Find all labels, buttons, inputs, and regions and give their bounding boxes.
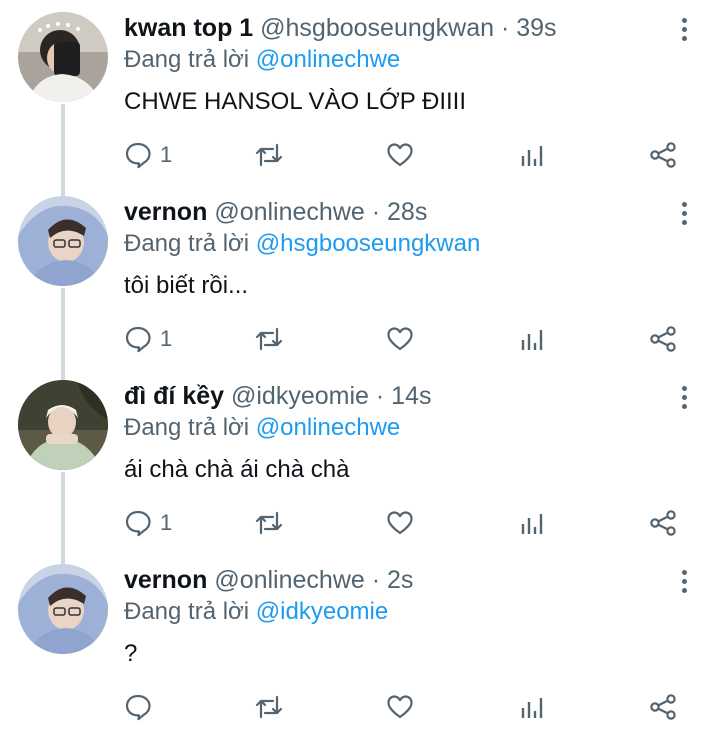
replying-to: Đang trả lời @idkyeomie: [124, 596, 388, 628]
reply-icon: [125, 694, 151, 721]
retweet-button[interactable]: [254, 138, 284, 172]
separator-dot: ·: [375, 382, 385, 410]
share-button[interactable]: [648, 138, 678, 172]
reply-thread: kwan top 1 @hsgbooseungkwan · 39s Đang t…: [0, 0, 720, 730]
reply-icon: [125, 142, 151, 169]
reply-button[interactable]: [124, 690, 152, 724]
avatar[interactable]: [18, 196, 108, 286]
mention-link[interactable]: @idkyeomie: [256, 598, 388, 625]
display-name[interactable]: kwan top 1: [124, 14, 253, 42]
like-button[interactable]: [386, 138, 414, 172]
share-icon: [650, 326, 676, 352]
reply-button[interactable]: 1: [124, 506, 172, 540]
action-bar: 1: [0, 506, 720, 540]
like-button[interactable]: [386, 322, 414, 356]
more-icon[interactable]: [674, 198, 694, 230]
reply-count: 1: [160, 510, 173, 535]
action-bar: [0, 690, 720, 724]
retweet-icon: [255, 143, 283, 167]
tweet-text: tôi biết rồi...: [124, 272, 249, 299]
heart-icon: [387, 143, 413, 167]
retweet-icon: [255, 327, 283, 351]
tweet-header: đì đí kềy @idkyeomie · 14s: [124, 380, 431, 412]
tweet-header: vernon @onlinechwe · 28s: [124, 196, 427, 228]
tweet[interactable]: vernon @onlinechwe · 2s Đang trả lời @id…: [0, 552, 720, 730]
mention-link[interactable]: @onlinechwe: [256, 414, 400, 441]
display-name[interactable]: vernon: [124, 198, 207, 226]
tweet-text: ái chà chà ái chà chà: [124, 456, 350, 483]
retweet-button[interactable]: [254, 506, 284, 540]
separator-dot: ·: [371, 566, 381, 594]
user-handle[interactable]: @hsgbooseungkwan: [260, 14, 494, 42]
heart-icon: [387, 511, 413, 535]
heart-icon: [387, 327, 413, 351]
retweet-icon: [255, 695, 283, 719]
replying-to: Đang trả lời @hsgbooseungkwan: [124, 228, 480, 260]
mention-link[interactable]: @onlinechwe: [256, 46, 400, 73]
replying-to: Đang trả lời @onlinechwe: [124, 44, 400, 76]
retweet-button[interactable]: [254, 690, 284, 724]
views-button[interactable]: [518, 506, 546, 540]
user-handle[interactable]: @onlinechwe: [214, 198, 364, 226]
views-button[interactable]: [518, 138, 546, 172]
views-button[interactable]: [518, 322, 546, 356]
separator-dot: ·: [500, 14, 510, 42]
tweet-header: vernon @onlinechwe · 2s: [124, 564, 413, 596]
more-icon[interactable]: [674, 382, 694, 414]
avatar[interactable]: [18, 380, 108, 470]
share-icon: [650, 142, 676, 168]
user-handle[interactable]: @onlinechwe: [214, 566, 364, 594]
timestamp[interactable]: 39s: [516, 14, 556, 42]
replying-prefix: Đang trả lời: [124, 598, 250, 625]
display-name[interactable]: vernon: [124, 566, 207, 594]
retweet-icon: [255, 511, 283, 535]
like-button[interactable]: [386, 506, 414, 540]
share-button[interactable]: [648, 506, 678, 540]
share-icon: [650, 510, 676, 536]
reply-icon: [125, 510, 151, 537]
views-icon: [521, 330, 543, 350]
avatar[interactable]: [18, 564, 108, 654]
tweet[interactable]: đì đí kềy @idkyeomie · 14s Đang trả lời …: [0, 368, 720, 552]
reply-count: 1: [160, 142, 173, 167]
views-icon: [521, 514, 543, 534]
reply-count: 1: [160, 326, 173, 351]
share-button[interactable]: [648, 690, 678, 724]
retweet-button[interactable]: [254, 322, 284, 356]
action-bar: 1: [0, 322, 720, 356]
share-button[interactable]: [648, 322, 678, 356]
tweet-text: CHWE HANSOL VÀO LỚP ĐIIII: [124, 88, 466, 115]
views-icon: [521, 146, 543, 166]
timestamp[interactable]: 2s: [387, 566, 413, 594]
tweet[interactable]: vernon @onlinechwe · 28s Đang trả lời @h…: [0, 184, 720, 368]
more-icon[interactable]: [674, 14, 694, 46]
tweet-header: kwan top 1 @hsgbooseungkwan · 39s: [124, 12, 557, 44]
like-button[interactable]: [386, 690, 414, 724]
views-icon: [521, 698, 543, 718]
timestamp[interactable]: 28s: [387, 198, 427, 226]
timestamp[interactable]: 14s: [391, 382, 431, 410]
reply-icon: [125, 326, 151, 353]
replying-prefix: Đang trả lời: [124, 46, 250, 73]
replying-prefix: Đang trả lời: [124, 230, 250, 257]
replying-to: Đang trả lời @onlinechwe: [124, 412, 400, 444]
avatar[interactable]: [18, 12, 108, 102]
tweet[interactable]: kwan top 1 @hsgbooseungkwan · 39s Đang t…: [0, 0, 720, 184]
user-handle[interactable]: @idkyeomie: [231, 382, 369, 410]
display-name[interactable]: đì đí kềy: [124, 382, 224, 410]
mention-link[interactable]: @hsgbooseungkwan: [256, 230, 481, 257]
more-icon[interactable]: [674, 566, 694, 598]
reply-button[interactable]: 1: [124, 138, 172, 172]
replying-prefix: Đang trả lời: [124, 414, 250, 441]
reply-button[interactable]: 1: [124, 322, 172, 356]
share-icon: [650, 694, 676, 720]
separator-dot: ·: [371, 198, 381, 226]
tweet-text: ?: [124, 640, 138, 667]
views-button[interactable]: [518, 690, 546, 724]
action-bar: 1: [0, 138, 720, 172]
heart-icon: [387, 695, 413, 719]
